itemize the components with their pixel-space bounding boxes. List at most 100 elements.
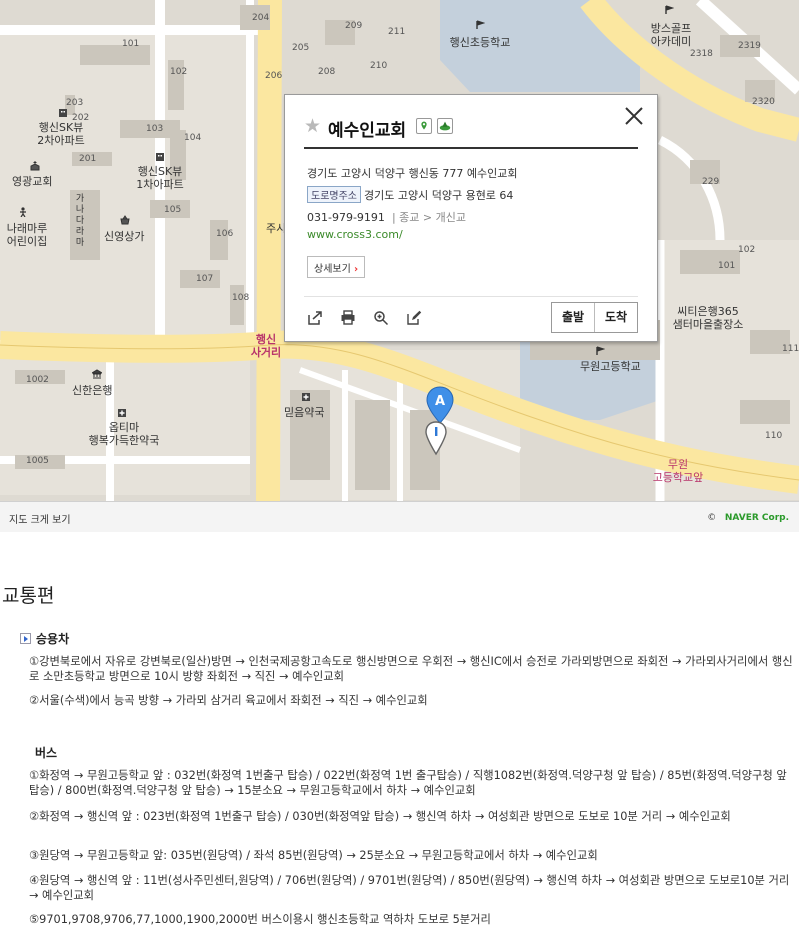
list-item: ③원당역 → 무원고등학교 앞: 035번(원당역) / 좌석 85번(원당역)… — [29, 849, 598, 862]
block-number: 105 — [164, 205, 182, 215]
location-marker-a-icon[interactable]: A — [425, 385, 455, 425]
list-item: ①화정역 → 무원고등학교 앞 : 032번(화정역 1번출구 탑승) / 02… — [29, 769, 787, 797]
arrive-button[interactable]: 도착 — [594, 303, 637, 332]
road-address: 경기도 고양시 덕양구 용현로 64 — [364, 189, 514, 202]
bank-icon — [92, 369, 102, 379]
list-item: ⑤9701,9708,9706,77,1000,1900,2000번 버스이용시… — [29, 913, 491, 926]
phone-number: 031-979-9191 — [307, 211, 385, 224]
list-item: ④원당역 → 행신역 앞 : 11번(성사주민센터,원당역) / 706번(원당… — [29, 874, 790, 902]
block-number: 201 — [79, 154, 97, 164]
map-footer: 지도 크게 보기 © NAVER Corp. — [0, 501, 799, 532]
share-icon[interactable] — [307, 310, 323, 326]
apartment-icon — [156, 153, 164, 161]
road-address-tag: 도로명주소 — [307, 186, 361, 203]
detail-view-label: 상세보기 — [314, 264, 351, 275]
chevron-right-icon: › — [354, 264, 359, 275]
apartment-icon — [59, 109, 67, 117]
current-position-marker-icon[interactable] — [424, 420, 448, 456]
block-number: 108 — [232, 293, 250, 303]
block-number: 106 — [216, 229, 234, 239]
block-number: 2320 — [752, 97, 775, 107]
block-number: 102 — [738, 245, 756, 255]
label-shinhan-bank: 신한은행 — [72, 384, 113, 397]
block-number: 206 — [265, 71, 283, 81]
block-number: 102 — [170, 67, 188, 77]
label-optima-pharmacy: 옵티마 행복가득한약국 — [88, 421, 160, 447]
block-number: 101 — [718, 261, 736, 271]
block-number: 110 — [765, 431, 783, 441]
list-item: ②화정역 → 행신역 앞 : 023번(화정역 1번출구 탑승) / 030번(… — [29, 810, 731, 823]
pharmacy-icon — [118, 409, 126, 417]
list-item: ②서울(수색)에서 능곡 방향 → 가라뫼 삼거리 육교에서 좌회전 → 직진 … — [29, 694, 428, 707]
navigation-badge-icon — [437, 118, 453, 134]
depart-button[interactable]: 출발 — [552, 303, 594, 332]
block-number: 107 — [196, 274, 214, 284]
phone-row: 031-979-9191 | 종교 > 개신교 — [307, 209, 466, 225]
block-number: 111 — [782, 344, 799, 354]
block-number: 211 — [388, 27, 406, 37]
label-bangs-golf: 방스골프 아카데미 — [650, 22, 692, 48]
list-item: ①강변북로에서 자유로 강변북로(일산)방면 → 인천국제공항고속도로 행신방면… — [29, 655, 793, 683]
block-number: 229 — [702, 177, 720, 187]
lot-address: 경기도 고양시 덕양구 행신동 777 예수인교회 — [307, 167, 518, 180]
naver-corp-label: NAVER Corp. — [724, 513, 789, 523]
block-number: 208 — [318, 67, 336, 77]
block-number: 210 — [370, 61, 388, 71]
block-number: 1002 — [26, 375, 49, 385]
place-title: 예수인교회 — [328, 121, 407, 141]
label-citibank: 씨티은행365 샘터마을출장소 — [672, 305, 744, 331]
block-number: 204 — [252, 13, 270, 23]
block-number: 1005 — [26, 456, 49, 466]
label-ganada: 가 나 다 라 마 — [75, 194, 85, 248]
label-muwon-bus-stop: 무원 고등학교앞 — [652, 458, 704, 484]
place-info-popup: ★ 예수인교회 경기도 고양시 덕양구 행신동 777 예수인교회 도로명주소 경… — [284, 94, 658, 342]
label-muwon-high: 무원고등학교 — [580, 360, 641, 373]
label-sk-view-2: 행신SK뷰 2차아파트 — [37, 121, 85, 147]
view-large-map-link[interactable]: 지도 크게 보기 — [9, 511, 71, 526]
map-view[interactable]: 204 209 211 205 208 210 206 101 102 203 … — [0, 0, 799, 532]
school-flag-icon — [596, 346, 605, 355]
church-icon — [30, 161, 40, 171]
road-address-row: 도로명주소 경기도 고양시 덕양구 용현로 64 — [307, 186, 513, 203]
block-number: 101 — [122, 39, 140, 49]
naver-copyright: © NAVER Corp. — [707, 513, 789, 523]
marker-a-letter: A — [435, 394, 445, 409]
label-haengsin-junction: 행신 사거리 — [250, 333, 282, 359]
school-flag-icon — [476, 20, 485, 29]
popup-divider — [304, 296, 638, 297]
car-heading: 승용차 — [20, 630, 69, 647]
block-number: 2318 — [690, 49, 713, 59]
label-younggwang-church: 영광교회 — [12, 175, 53, 188]
car-heading-label: 승용차 — [36, 632, 70, 646]
block-number: 103 — [146, 124, 164, 134]
golf-flag-icon — [665, 5, 674, 14]
block-number: 2319 — [738, 41, 761, 51]
block-number: 209 — [345, 21, 363, 31]
bus-heading: 버스 — [35, 746, 58, 760]
zoom-in-icon[interactable] — [373, 310, 389, 326]
pharmacy-icon — [302, 393, 310, 401]
favorite-star-icon[interactable]: ★ — [304, 115, 321, 137]
detail-view-button[interactable]: 상세보기 › — [307, 256, 366, 278]
shopping-basket-icon — [120, 215, 130, 225]
label-mideum-pharmacy: 믿음약국 — [284, 406, 325, 419]
label-haengsin-elementary: 행신초등학교 — [449, 36, 511, 49]
transport-title: 교통편 — [2, 585, 55, 607]
block-number: 104 — [184, 133, 202, 143]
homepage-link[interactable]: www.cross3.com/ — [307, 228, 403, 241]
print-icon[interactable] — [340, 310, 356, 326]
label-sinyoung-mall: 신영상가 — [104, 230, 145, 243]
location-badge-icon — [416, 118, 432, 134]
popup-title-row: ★ 예수인교회 — [304, 113, 638, 149]
close-icon[interactable] — [623, 105, 645, 127]
label-sk-view-1: 행신SK뷰 1차아파트 — [136, 165, 184, 191]
kindergarten-icon — [20, 207, 26, 217]
label-naraemaru: 나래마루 어린이집 — [6, 222, 48, 248]
copyright-symbol: © — [707, 513, 717, 523]
block-number: 203 — [66, 98, 84, 108]
block-number: 205 — [292, 43, 310, 53]
route-buttons: 출발 도착 — [551, 302, 638, 333]
place-category: | 종교 > 개신교 — [391, 211, 466, 224]
edit-icon[interactable] — [406, 310, 422, 326]
bullet-arrow-icon — [20, 633, 31, 644]
